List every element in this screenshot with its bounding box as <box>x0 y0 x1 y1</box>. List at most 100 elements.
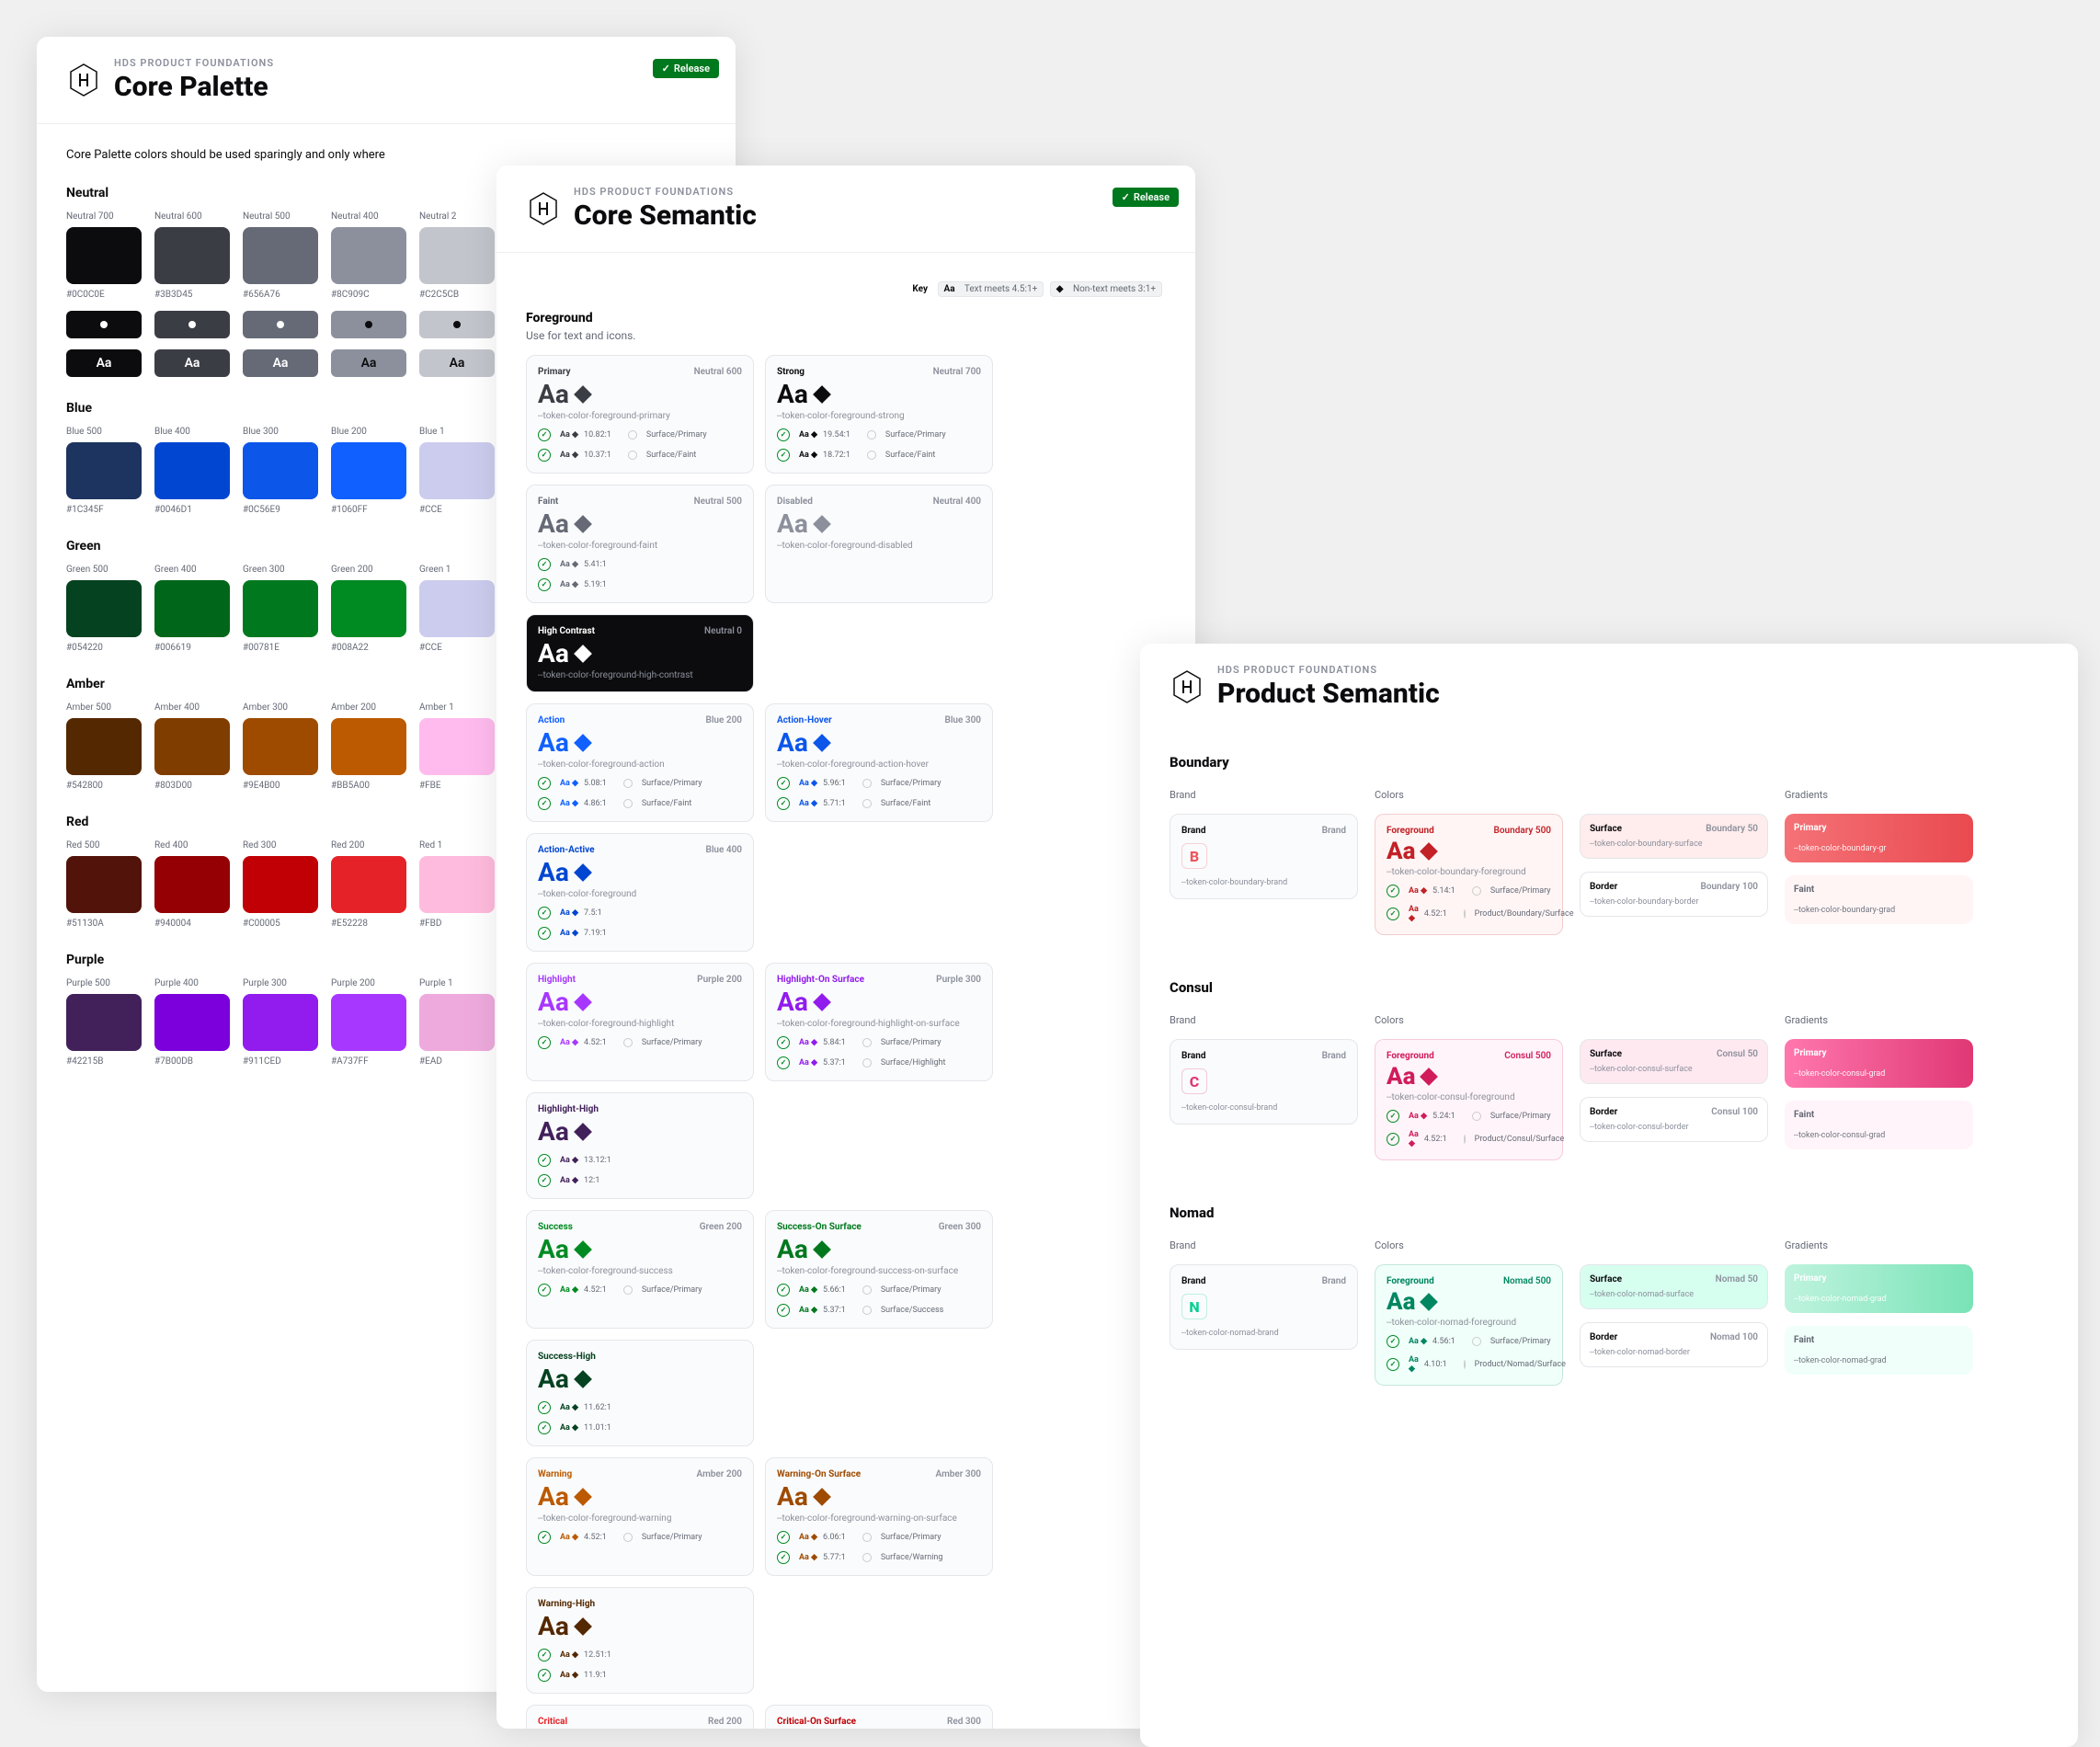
hex-value: #CCE <box>419 505 495 515</box>
contrast-dot-cell <box>66 311 142 338</box>
token-name: --token-color-foreground <box>538 889 742 899</box>
page-title: Core Semantic <box>574 200 1166 232</box>
aa-sample-cell: Aa <box>66 349 142 377</box>
color-swatch <box>66 442 142 499</box>
semantic-card: HighlightPurple 200 Aa --token-color-for… <box>526 963 754 1081</box>
swatch: Blue 500 #1C345F <box>66 427 142 515</box>
color-swatch <box>154 580 230 637</box>
diamond-icon <box>813 385 831 404</box>
contrast-ratio: Aa ◆ 6.06:1Surface/Primary <box>777 1531 981 1544</box>
diamond-icon <box>574 515 592 533</box>
token-name: --token-color-boundary-brand <box>1181 878 1346 887</box>
hex-value: #3B3D45 <box>154 290 230 300</box>
color-swatch <box>331 580 406 637</box>
hex-value: #542800 <box>66 781 142 791</box>
contrast-ratio: Aa ◆ 11.9:1 <box>538 1669 742 1682</box>
swatch-label: Red 500 <box>66 840 142 851</box>
hex-value: #940004 <box>154 919 230 929</box>
contrast-ratio: Aa ◆ 12.51:1 <box>538 1649 742 1661</box>
gradient-faint-card: Faint --token-color-consul-grad <box>1785 1101 1973 1149</box>
hex-value: #CCE <box>419 643 495 653</box>
col-header: Colors <box>1375 1014 1563 1026</box>
swatch: Green 300 #00781E <box>243 565 318 653</box>
hex-value: #1060FF <box>331 505 406 515</box>
intro-text: Core Palette colors should be used spari… <box>66 148 706 162</box>
diamond-icon <box>574 863 592 882</box>
contrast-ratio: Aa ◆ 5.14:1Surface/Primary <box>1387 885 1551 897</box>
contrast-dot-cell <box>243 311 318 338</box>
color-swatch <box>243 856 318 913</box>
aa-sample: Aa <box>538 1481 569 1512</box>
swatch: Blue 200 #1060FF <box>331 427 406 515</box>
swatch: Blue 1 #CCE <box>419 427 495 515</box>
col-header <box>1580 789 1768 801</box>
product-logo-icon: C <box>1181 1068 1207 1094</box>
swatch-label: Amber 1 <box>419 702 495 713</box>
contrast-ratio: Aa ◆ 4.86:1Surface/Faint <box>538 797 742 810</box>
hex-value: #0C0C0E <box>66 290 142 300</box>
token-name: --token-color-boundary-gr <box>1794 844 1964 853</box>
hex-value: #7B00DB <box>154 1056 230 1067</box>
color-swatch <box>419 580 495 637</box>
surface-card: SurfaceBoundary 50 --token-color-boundar… <box>1580 814 1768 859</box>
token-name: --token-color-foreground-warning-on-surf… <box>777 1513 981 1524</box>
diamond-icon <box>574 1123 592 1141</box>
col-header: Brand <box>1170 789 1358 801</box>
aa-sample: Aa <box>777 508 808 539</box>
hex-value: #0C56E9 <box>243 505 318 515</box>
semantic-card: StrongNeutral 700 Aa --token-color-foreg… <box>765 355 993 474</box>
hex-value: #FBD <box>419 919 495 929</box>
header: HDS PRODUCT FOUNDATIONS Product Semantic <box>1140 644 2078 730</box>
color-swatch <box>331 442 406 499</box>
hex-value: #BB5A00 <box>331 781 406 791</box>
eyebrow: HDS PRODUCT FOUNDATIONS <box>1217 664 2049 676</box>
color-swatch <box>331 718 406 775</box>
diamond-icon <box>574 645 592 663</box>
color-swatch <box>66 227 142 284</box>
swatch: Neutral 500 #656A76 <box>243 211 318 300</box>
contrast-ratio: Aa ◆ 5.37:1Surface/Success <box>777 1304 981 1317</box>
token-name: --token-color-nomad-surface <box>1590 1290 1758 1299</box>
contrast-ratio: Aa ◆ 4.52:1Product/Consul/Surface <box>1387 1130 1551 1148</box>
aa-sample: Aa <box>1387 1063 1415 1090</box>
surface-card: SurfaceConsul 50 --token-color-consul-su… <box>1580 1039 1768 1084</box>
hex-value: #42215B <box>66 1056 142 1067</box>
gradient-faint-card: Faint --token-color-nomad-grad <box>1785 1326 1973 1375</box>
swatch-label: Blue 500 <box>66 427 142 437</box>
semantic-card: CriticalRed 200 Aa --token-color-foregro… <box>526 1705 754 1729</box>
color-swatch <box>243 718 318 775</box>
swatch: Red 400 #940004 <box>154 840 230 929</box>
core-semantic-artboard: HDS PRODUCT FOUNDATIONS Core Semantic ✓R… <box>496 166 1195 1729</box>
swatch: Green 500 #054220 <box>66 565 142 653</box>
aa-sample: Aa <box>538 857 569 887</box>
contrast-dot-cell <box>154 311 230 338</box>
col-header: Gradients <box>1785 1014 1973 1026</box>
contrast-dot-cell <box>331 311 406 338</box>
release-badge: ✓Release <box>1113 188 1179 207</box>
contrast-ratio: Aa ◆ 4.52:1Surface/Primary <box>538 1284 742 1296</box>
aa-sample: Aa <box>777 987 808 1017</box>
swatch: Purple 200 #A737FF <box>331 978 406 1067</box>
color-swatch <box>331 227 406 284</box>
swatch-label: Purple 200 <box>331 978 406 988</box>
swatch: Purple 300 #911CED <box>243 978 318 1067</box>
token-name: --token-color-consul-foreground <box>1387 1092 1551 1102</box>
contrast-dot-cell <box>419 311 495 338</box>
hex-value: #0046D1 <box>154 505 230 515</box>
hashicorp-logo-icon <box>1170 668 1204 706</box>
hex-value: #1C345F <box>66 505 142 515</box>
swatch: Amber 300 #9E4B00 <box>243 702 318 791</box>
swatch: Neutral 2 #C2C5CB <box>419 211 495 300</box>
brand-card: BrandBrand N --token-color-nomad-brand <box>1170 1264 1358 1350</box>
col-header <box>1580 1014 1768 1026</box>
token-name: --token-color-nomad-brand <box>1181 1329 1346 1338</box>
color-swatch <box>419 718 495 775</box>
swatch-label: Amber 300 <box>243 702 318 713</box>
contrast-ratio: Aa ◆ 7.5:1 <box>538 907 742 919</box>
brand-card: BrandBrand B --token-color-boundary-bran… <box>1170 814 1358 899</box>
diamond-icon <box>813 993 831 1011</box>
aa-sample: Aa <box>1387 1288 1415 1316</box>
swatch-label: Blue 300 <box>243 427 318 437</box>
color-swatch <box>419 994 495 1051</box>
aa-sample: Aa <box>1387 838 1415 865</box>
